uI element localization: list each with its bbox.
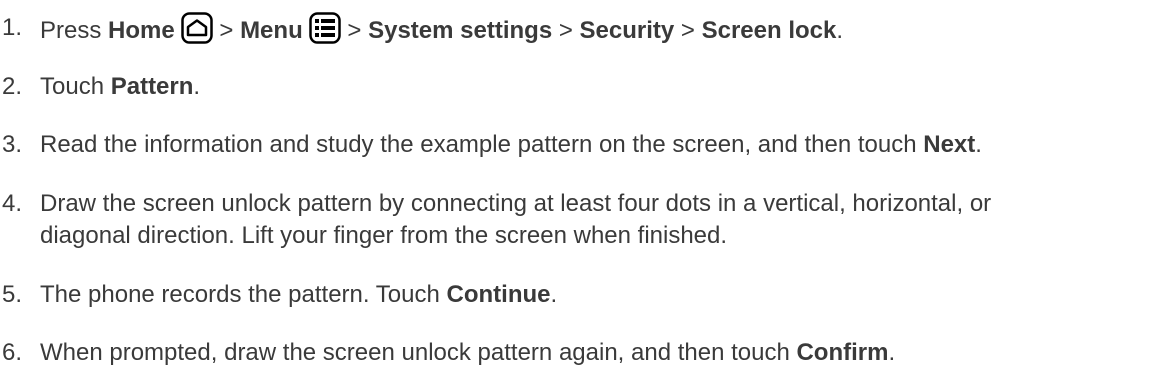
step-6: 6. When prompted, draw the screen unlock… xyxy=(0,337,1157,369)
step-text: When prompted, draw the screen unlock pa… xyxy=(40,337,1157,369)
step-5: 5. The phone records the pattern. Touch … xyxy=(0,279,1157,311)
step-text-line-2: diagonal direction. Lift your finger fro… xyxy=(40,222,728,249)
separator: > xyxy=(674,17,702,44)
step-text-post: . xyxy=(550,281,558,308)
security-label: Security xyxy=(579,17,675,44)
screen-lock-label: Screen lock xyxy=(701,17,837,44)
separator: > xyxy=(340,17,369,44)
step-text-pre: Touch xyxy=(40,73,111,100)
menu-icon xyxy=(308,12,341,44)
step-4: 4. Draw the screen unlock pattern by con… xyxy=(0,188,1157,252)
separator: > xyxy=(552,17,580,44)
step-text: Press Home > Menu > System settings > Se… xyxy=(40,12,1157,47)
step-text-post: . xyxy=(888,339,896,366)
step-text-pre: When prompted, draw the screen unlock pa… xyxy=(40,339,797,366)
step-1: 1. Press Home > Menu > System settings >… xyxy=(0,12,1157,47)
step-number: 6. xyxy=(2,339,23,366)
step-text: Read the information and study the examp… xyxy=(40,129,1157,161)
home-icon xyxy=(180,12,213,44)
step-text: Draw the screen unlock pattern by connec… xyxy=(40,188,1157,252)
pattern-label: Pattern xyxy=(110,73,194,100)
step-3: 3. Read the information and study the ex… xyxy=(0,129,1157,161)
step-text-post: . xyxy=(975,131,982,158)
step-text: Touch Pattern. xyxy=(40,71,1157,103)
step-text-pre: The phone records the pattern. Touch xyxy=(40,281,447,308)
step-text-post: . xyxy=(193,73,201,100)
step-text-press: Press xyxy=(40,17,109,44)
separator: > xyxy=(212,17,241,44)
home-label: Home xyxy=(108,17,175,44)
step-number: 3. xyxy=(2,131,23,158)
step-text-line-1: Draw the screen unlock pattern by connec… xyxy=(40,190,992,217)
confirm-label: Confirm xyxy=(796,339,889,366)
step-number: 5. xyxy=(2,281,23,308)
step-text-end: . xyxy=(836,17,844,44)
step-number: 4. xyxy=(2,190,23,217)
continue-label: Continue xyxy=(446,281,551,308)
step-number: 2. xyxy=(2,73,23,100)
next-label: Next xyxy=(923,131,976,158)
step-text-pre: Read the information and study the examp… xyxy=(40,131,924,158)
step-number: 1. xyxy=(2,14,23,41)
system-settings-label: System settings xyxy=(368,17,553,44)
menu-label: Menu xyxy=(240,17,303,44)
step-2: 2. Touch Pattern. xyxy=(0,71,1157,103)
step-text: The phone records the pattern. Touch Con… xyxy=(40,279,1157,311)
